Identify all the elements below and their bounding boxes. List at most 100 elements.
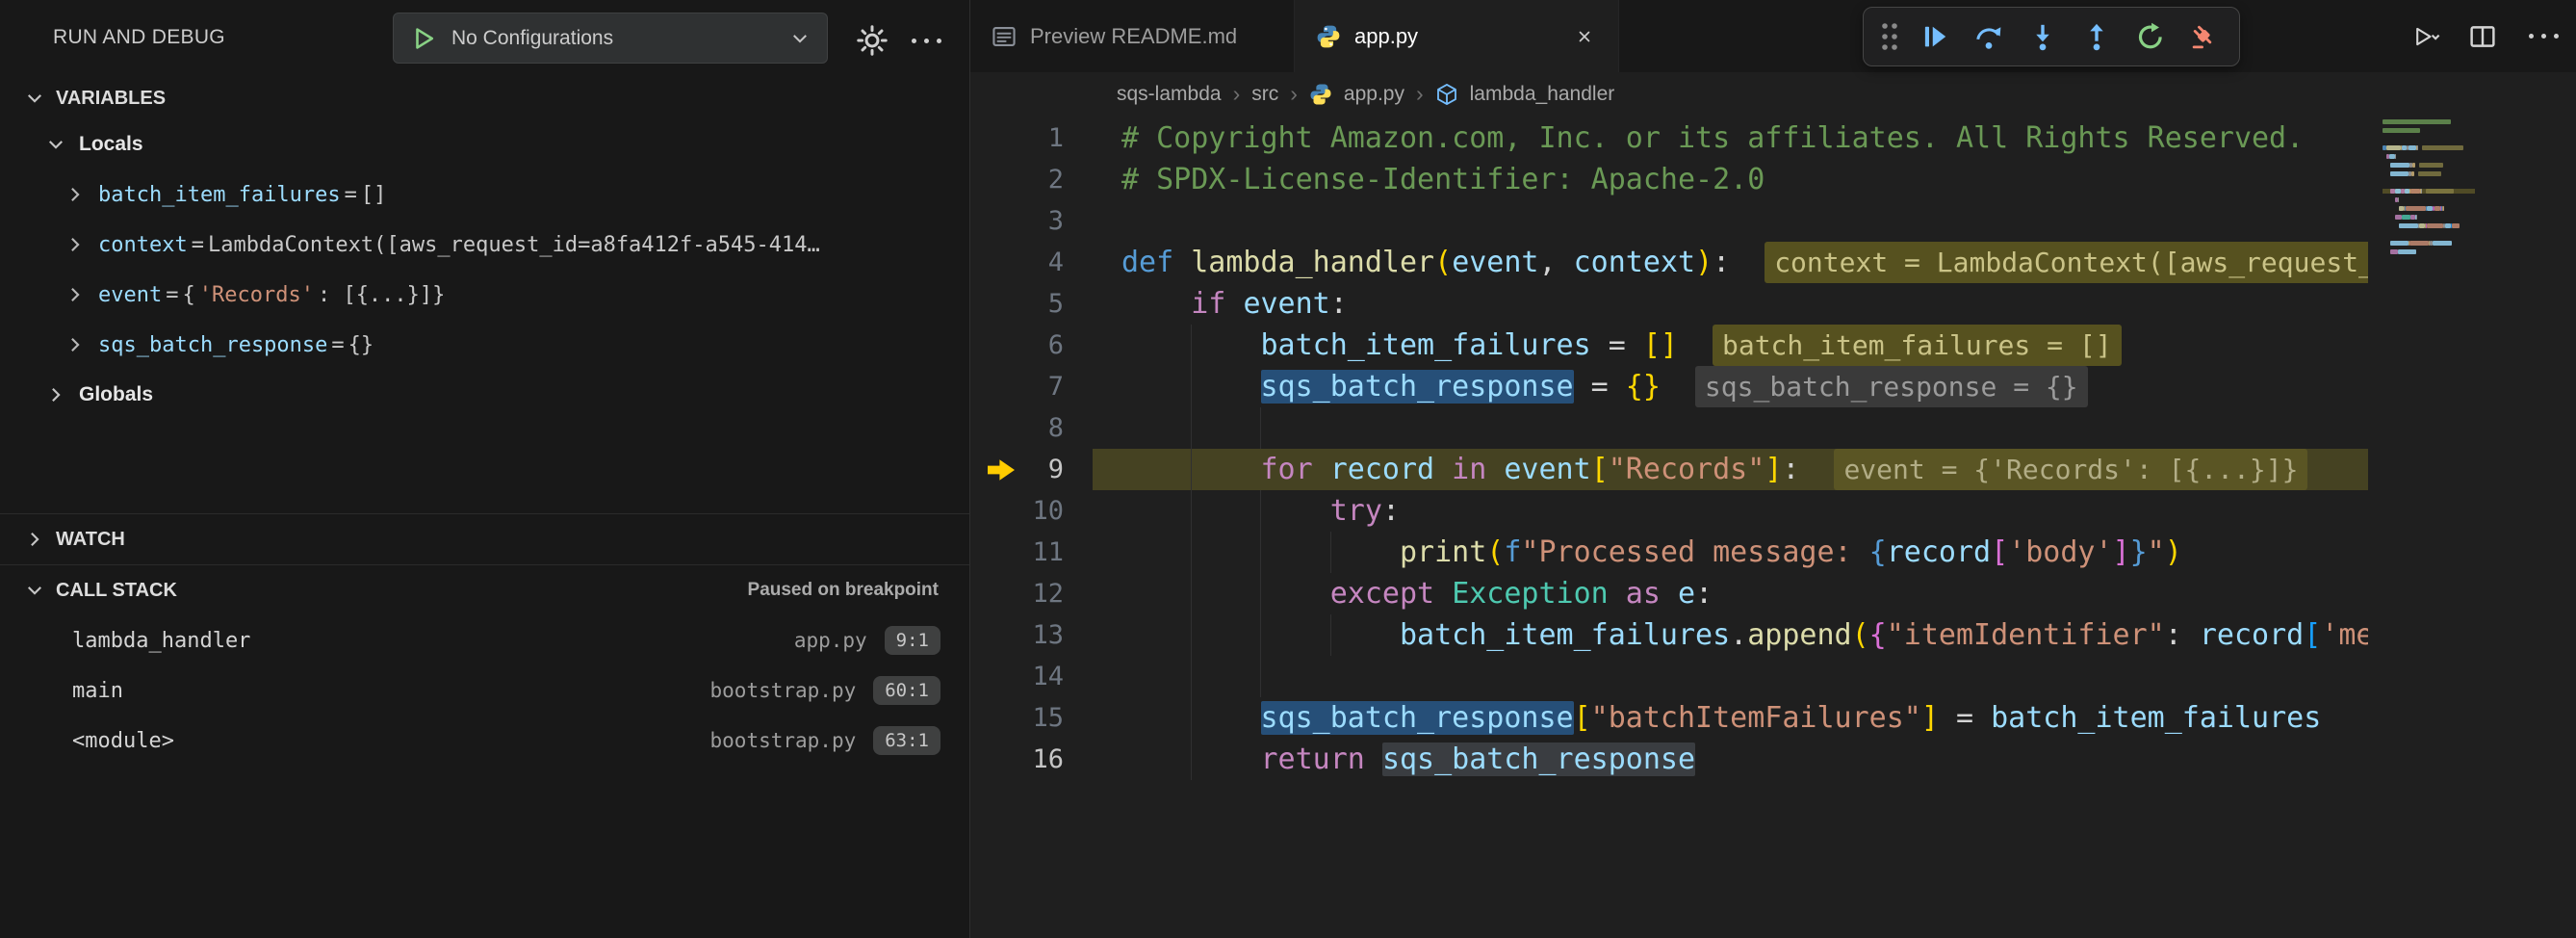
frame-name: main: [72, 679, 123, 703]
code-line-13[interactable]: 13 batch_item_failures.append({"itemIden…: [970, 614, 2368, 656]
code-line-8[interactable]: 8: [970, 407, 2368, 449]
breadcrumb-folder[interactable]: src: [1251, 83, 1278, 106]
line-gutter[interactable]: 7: [970, 366, 1064, 407]
close-tab-icon[interactable]: [1572, 24, 1597, 49]
code-line-12[interactable]: 12 except Exception as e:: [970, 573, 2368, 614]
start-debug-icon[interactable]: [411, 26, 436, 51]
frame-line-badge: 9:1: [885, 626, 940, 655]
code-line-2[interactable]: 2 # SPDX-License-Identifier: Apache-2.0: [970, 159, 2368, 200]
code-token: lambda_handler: [1191, 246, 1434, 279]
minimap[interactable]: [2383, 119, 2475, 283]
scope-globals[interactable]: Globals: [0, 370, 969, 420]
tab-app-py[interactable]: app.py: [1295, 0, 1619, 72]
code-token: batch_item_failures: [1261, 328, 1591, 362]
indent-guide: [1191, 449, 1192, 490]
line-number: 15: [1032, 703, 1064, 733]
code-line-5[interactable]: 5 if event:: [970, 283, 2368, 325]
line-gutter[interactable]: 3: [970, 200, 1064, 242]
line-gutter[interactable]: 6: [970, 325, 1064, 366]
line-gutter[interactable]: 11: [970, 532, 1064, 573]
line-gutter[interactable]: 10: [970, 490, 1064, 532]
vscode-window: RUN AND DEBUG No Configurations VARIABLE…: [0, 0, 2576, 938]
indent-guide: [1191, 656, 1192, 697]
variables-section-header[interactable]: VARIABLES: [0, 77, 969, 119]
code-token: sqs_batch_response: [1261, 370, 1574, 404]
continue-button[interactable]: [1910, 13, 1960, 60]
split-editor-icon[interactable]: [2469, 23, 2496, 50]
code-line-15[interactable]: 15 sqs_batch_response["batchItemFailures…: [970, 697, 2368, 739]
step-out-button[interactable]: [2072, 13, 2122, 60]
more-actions-icon[interactable]: [901, 21, 951, 60]
line-gutter[interactable]: 8: [970, 407, 1064, 449]
code-token: 'messag: [2321, 618, 2368, 652]
panel-header: RUN AND DEBUG No Configurations: [0, 0, 969, 77]
code-token: Exception: [1452, 577, 1609, 611]
code-text: batch_item_failures.append({"itemIdentif…: [1121, 618, 2368, 652]
call-stack-section-header[interactable]: CALL STACK Paused on breakpoint: [0, 564, 969, 615]
line-gutter[interactable]: 13: [970, 614, 1064, 656]
code-text: # SPDX-License-Identifier: Apache-2.0: [1121, 163, 1765, 196]
scope-locals[interactable]: Locals: [0, 119, 969, 169]
run-python-file-button[interactable]: [2413, 23, 2440, 50]
line-number: 6: [1048, 330, 1064, 360]
breadcrumb-symbol[interactable]: lambda_handler: [1470, 83, 1615, 106]
line-gutter[interactable]: 1: [970, 117, 1064, 159]
debug-config-dropdown[interactable]: No Configurations: [393, 13, 828, 64]
toolbar-drag-grip[interactable]: [1873, 13, 1906, 60]
callstack-frame[interactable]: lambda_handlerapp.py9:1: [0, 615, 969, 665]
tab-label: app.py: [1354, 24, 1418, 49]
breadcrumb-file[interactable]: app.py: [1344, 83, 1404, 106]
breadcrumb-folder[interactable]: sqs-lambda: [1117, 83, 1222, 106]
editor-more-actions-icon[interactable]: [2525, 34, 2563, 39]
code-text: print(f"Processed message: {record['body…: [1121, 535, 2182, 569]
line-gutter[interactable]: 5: [970, 283, 1064, 325]
line-gutter[interactable]: 15: [970, 697, 1064, 739]
line-content: # Copyright Amazon.com, Inc. or its affi…: [1121, 117, 2368, 159]
code-token: ,: [1539, 246, 1574, 279]
line-gutter[interactable]: 16: [970, 739, 1064, 780]
code-text: batch_item_failures = []: [1121, 328, 1678, 362]
callstack-frame[interactable]: <module>bootstrap.py63:1: [0, 716, 969, 766]
debug-inline-value: sqs_batch_response = {}: [1695, 366, 2088, 407]
disconnect-button[interactable]: [2179, 13, 2229, 60]
step-over-icon: [1974, 22, 2003, 51]
step-into-button[interactable]: [2018, 13, 2068, 60]
line-gutter[interactable]: 14: [970, 656, 1064, 697]
indent-guide: [1191, 325, 1192, 366]
line-gutter[interactable]: 4: [970, 242, 1064, 283]
code-token: [: [2304, 618, 2321, 652]
code-line-16[interactable]: 16 return sqs_batch_response: [970, 739, 2368, 780]
indent-guide: [1191, 614, 1192, 656]
restart-button[interactable]: [2125, 13, 2176, 60]
code-line-14[interactable]: 14: [970, 656, 2368, 697]
code-line-10[interactable]: 10 try:: [970, 490, 2368, 532]
code-line-1[interactable]: 1 # Copyright Amazon.com, Inc. or its aff…: [970, 117, 2368, 159]
code-line-7[interactable]: 7 sqs_batch_response = {} sqs_batch_respo…: [970, 366, 2368, 407]
code-line-11[interactable]: 11 print(f"Processed message: {record['b…: [970, 532, 2368, 573]
code-token: "itemIdentifier": [1887, 618, 2165, 652]
variable-row[interactable]: event = {'Records': [{...}]}: [0, 270, 969, 320]
callstack-frame[interactable]: mainbootstrap.py60:1: [0, 665, 969, 716]
line-gutter[interactable]: 2: [970, 159, 1064, 200]
minimap-line: [2383, 180, 2475, 185]
line-gutter[interactable]: 9: [970, 449, 1064, 490]
code-line-9[interactable]: 9 for record in event["Records"]:event =…: [970, 449, 2368, 490]
variable-row[interactable]: batch_item_failures = []: [0, 169, 969, 220]
code-token: # Copyright Amazon.com, Inc. or its affi…: [1121, 121, 2304, 155]
watch-section-header[interactable]: WATCH: [0, 513, 969, 564]
frame-line-badge: 63:1: [873, 726, 940, 755]
code-editor[interactable]: 1 # Copyright Amazon.com, Inc. or its aff…: [970, 116, 2576, 938]
code-line-6[interactable]: 6 batch_item_failures = []batch_item_fai…: [970, 325, 2368, 366]
step-over-button[interactable]: [1964, 13, 2014, 60]
code-line-3[interactable]: 3: [970, 200, 2368, 242]
line-content: [1121, 656, 2368, 697]
code-line-4[interactable]: 4def lambda_handler(event, context):cont…: [970, 242, 2368, 283]
variable-row[interactable]: sqs_batch_response = {}: [0, 320, 969, 370]
run-icon: [2413, 23, 2440, 50]
minimap-line: [2383, 154, 2475, 159]
tab-preview-readme[interactable]: Preview README.md: [970, 0, 1295, 72]
editor-group: Preview README.md app.py: [970, 0, 2576, 938]
line-gutter[interactable]: 12: [970, 573, 1064, 614]
variable-row[interactable]: context = LambdaContext([aws_request_id=…: [0, 220, 969, 270]
gear-icon[interactable]: [853, 21, 891, 60]
